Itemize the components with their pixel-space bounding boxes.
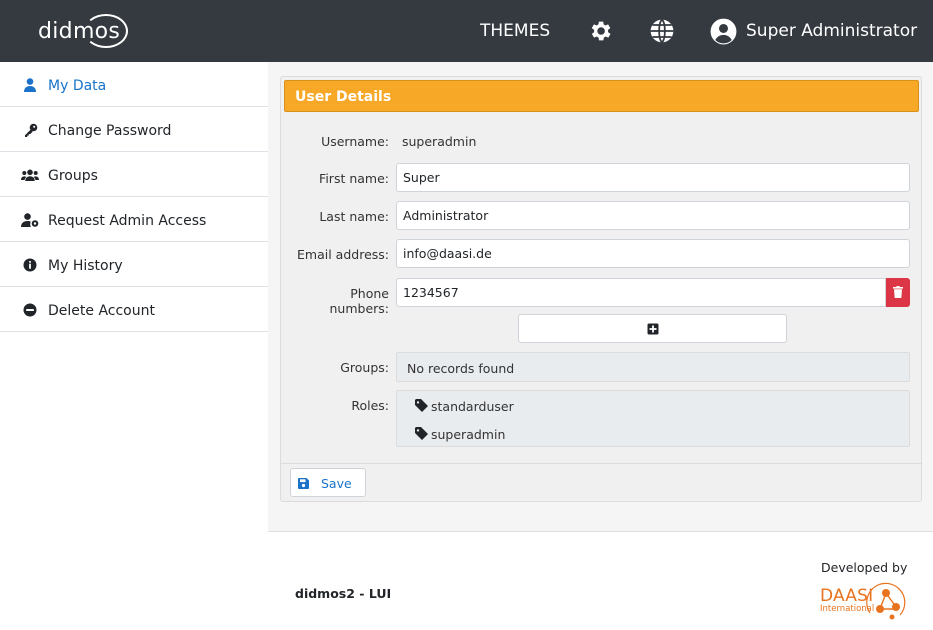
save-label: Save bbox=[321, 476, 352, 491]
trash-icon bbox=[893, 286, 903, 298]
tag-icon bbox=[415, 427, 428, 440]
username-label: Username: bbox=[321, 134, 389, 149]
save-icon bbox=[298, 478, 309, 489]
gear-icon[interactable] bbox=[587, 18, 613, 44]
roles-box: standarduser superadmin bbox=[396, 390, 910, 447]
username-value: superadmin bbox=[402, 134, 477, 149]
tag-icon bbox=[415, 399, 428, 412]
sidebar-item-my-history[interactable]: My History bbox=[0, 242, 268, 287]
themes-menu[interactable]: THEMES bbox=[480, 21, 550, 41]
globe-icon[interactable] bbox=[649, 18, 675, 44]
sidebar-item-delete-account[interactable]: Delete Account bbox=[0, 287, 268, 332]
daasi-logo[interactable]: DAASI International bbox=[820, 579, 910, 623]
top-navbar: didmos THEMES Super Administrator bbox=[0, 0, 933, 62]
role-item: standarduser bbox=[431, 399, 514, 414]
groups-label: Groups: bbox=[340, 360, 389, 375]
card-footer-divider bbox=[281, 463, 921, 464]
delete-phone-button[interactable] bbox=[886, 278, 910, 307]
user-name: Super Administrator bbox=[746, 21, 918, 41]
email-input[interactable] bbox=[396, 239, 910, 268]
sidebar-item-label: My History bbox=[48, 258, 123, 274]
user-details-card: User Details Username: superadmin First … bbox=[280, 76, 922, 502]
save-button[interactable]: Save bbox=[290, 468, 366, 497]
groups-empty-text: No records found bbox=[407, 361, 515, 376]
main-content: User Details Username: superadmin First … bbox=[268, 62, 933, 630]
last-name-input[interactable] bbox=[396, 201, 910, 230]
role-item: superadmin bbox=[431, 427, 506, 442]
phone-label-line2: numbers: bbox=[329, 301, 389, 316]
add-phone-button[interactable] bbox=[518, 314, 787, 343]
sidebar-item-label: Groups bbox=[48, 168, 98, 184]
developed-by-text: Developed by bbox=[821, 560, 908, 575]
minus-circle-icon bbox=[23, 303, 37, 317]
sidebar-item-change-password[interactable]: Change Password bbox=[0, 107, 268, 152]
footer-app-name: didmos2 - LUI bbox=[295, 586, 392, 601]
roles-label: Roles: bbox=[351, 398, 389, 413]
sidebar-item-request-admin-access[interactable]: Request Admin Access bbox=[0, 197, 268, 242]
card-title: User Details bbox=[295, 89, 392, 105]
groups-box: No records found bbox=[396, 352, 910, 382]
users-icon bbox=[21, 169, 39, 181]
sidebar-item-my-data[interactable]: My Data bbox=[0, 62, 268, 107]
daasi-network-icon bbox=[866, 582, 906, 620]
user-icon bbox=[24, 78, 36, 92]
email-label: Email address: bbox=[297, 247, 389, 262]
sidebar-item-label: My Data bbox=[48, 78, 107, 94]
sidebar-item-label: Request Admin Access bbox=[48, 213, 207, 229]
phone-input[interactable] bbox=[396, 278, 886, 307]
didmos-logo[interactable]: didmos bbox=[38, 12, 133, 52]
sidebar-item-label: Change Password bbox=[48, 123, 172, 139]
key-icon bbox=[25, 123, 38, 137]
phone-label-line1: Phone bbox=[350, 286, 389, 301]
page-footer: didmos2 - LUI Developed by DAASI Interna… bbox=[268, 531, 933, 630]
logo-ring-mark bbox=[84, 14, 128, 48]
sidebar: My Data Change Password Groups Request A… bbox=[0, 62, 268, 630]
first-name-label: First name: bbox=[319, 171, 389, 186]
info-circle-icon bbox=[23, 258, 37, 272]
user-cog-icon bbox=[21, 213, 39, 227]
last-name-label: Last name: bbox=[319, 209, 389, 224]
first-name-input[interactable] bbox=[396, 163, 910, 192]
sidebar-item-label: Delete Account bbox=[48, 303, 155, 319]
card-header: User Details bbox=[284, 80, 919, 112]
sidebar-item-groups[interactable]: Groups bbox=[0, 152, 268, 197]
plus-square-icon bbox=[647, 323, 659, 335]
user-circle-icon bbox=[710, 18, 737, 45]
